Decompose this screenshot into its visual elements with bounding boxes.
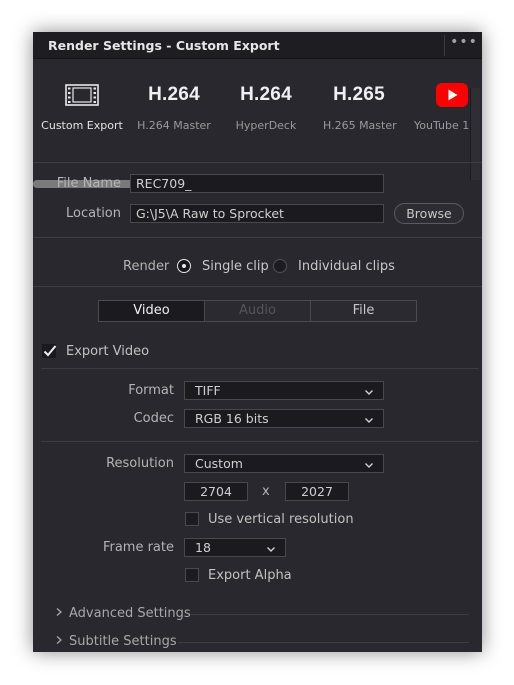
- preset-label: H.264 Master: [137, 119, 211, 132]
- tab-audio[interactable]: Audio: [204, 301, 310, 321]
- render-settings-panel: Render Settings - Custom Export ••• Cust…: [33, 32, 482, 652]
- chevron-down-icon: [364, 385, 374, 401]
- chevron-right-icon: [55, 634, 63, 649]
- divider: [33, 286, 482, 287]
- single-clip-label[interactable]: Single clip: [202, 259, 269, 274]
- file-name-field[interactable]: REC709_: [130, 174, 384, 193]
- resolution-width-field[interactable]: 2704: [184, 482, 248, 501]
- location-field[interactable]: G:\J5\A Raw to Sprocket: [130, 204, 384, 223]
- tab-video[interactable]: Video: [99, 301, 204, 321]
- preset-edge-shade: [470, 88, 480, 180]
- resolution-label: Resolution: [106, 456, 174, 471]
- chevron-down-icon: [266, 542, 276, 558]
- preset-h265-master[interactable]: H.265 H.265 Master: [323, 80, 397, 132]
- frame-rate-label: Frame rate: [102, 540, 174, 555]
- export-alpha-label: Export Alpha: [208, 568, 292, 583]
- single-clip-radio[interactable]: [178, 260, 190, 272]
- divider: [41, 368, 479, 369]
- format-select[interactable]: TIFF: [184, 381, 384, 400]
- title-divider: [444, 35, 445, 56]
- location-label: Location: [66, 206, 121, 221]
- resolution-height-field[interactable]: 2027: [285, 482, 349, 501]
- use-vertical-resolution-checkbox[interactable]: [185, 512, 199, 526]
- codec-value: RGB 16 bits: [195, 411, 269, 426]
- preset-codec-title: H.264: [148, 84, 200, 105]
- preset-label: YouTube 108: [414, 119, 472, 132]
- title-bar: Render Settings - Custom Export •••: [33, 32, 482, 59]
- section-rule: [178, 642, 469, 643]
- film-icon: [39, 80, 125, 110]
- file-name-label: File Name: [56, 176, 121, 191]
- more-options-button[interactable]: •••: [450, 35, 478, 55]
- codec-label: Codec: [133, 411, 174, 426]
- resolution-select[interactable]: Custom: [184, 454, 384, 473]
- frame-rate-value: 18: [195, 540, 211, 555]
- chevron-down-icon: [364, 413, 374, 429]
- preset-label: HyperDeck: [235, 119, 297, 132]
- format-label: Format: [128, 383, 174, 398]
- advanced-settings-toggle[interactable]: Advanced Settings: [55, 606, 191, 621]
- individual-clips-label[interactable]: Individual clips: [298, 259, 395, 274]
- preset-codec-title: H.265: [333, 84, 385, 105]
- export-video-label: Export Video: [66, 344, 150, 359]
- format-value: TIFF: [195, 383, 221, 398]
- preset-label: H.265 Master: [323, 119, 397, 132]
- section-rule: [190, 614, 469, 615]
- individual-clips-radio[interactable]: [273, 259, 287, 273]
- settings-tabs: Video Audio File: [98, 300, 417, 322]
- render-label: Render: [123, 259, 170, 274]
- preset-label: Custom Export: [41, 119, 123, 132]
- preset-hyperdeck[interactable]: H.264 HyperDeck: [231, 80, 301, 132]
- resolution-value: Custom: [195, 456, 243, 471]
- panel-title: Render Settings - Custom Export: [48, 38, 280, 53]
- tab-file[interactable]: File: [310, 301, 416, 321]
- divider: [33, 162, 482, 163]
- youtube-icon: [412, 80, 472, 110]
- export-video-checkbox[interactable]: [42, 344, 57, 358]
- chevron-right-icon: [55, 606, 63, 621]
- codec-select[interactable]: RGB 16 bits: [184, 409, 384, 428]
- preset-strip: Custom Export H.264 H.264 Master H.264 H…: [33, 60, 482, 188]
- advanced-settings-label: Advanced Settings: [69, 606, 191, 621]
- divider: [33, 237, 482, 238]
- subtitle-settings-toggle[interactable]: Subtitle Settings: [55, 634, 177, 649]
- divider: [41, 441, 479, 442]
- browse-button[interactable]: Browse: [394, 203, 464, 224]
- subtitle-settings-label: Subtitle Settings: [69, 634, 177, 649]
- preset-custom-export[interactable]: Custom Export: [39, 80, 125, 132]
- chevron-down-icon: [364, 458, 374, 474]
- preset-youtube[interactable]: YouTube 108: [412, 80, 472, 132]
- export-alpha-checkbox[interactable]: [185, 568, 199, 582]
- preset-h264-master[interactable]: H.264 H.264 Master: [137, 80, 211, 132]
- use-vertical-resolution-label: Use vertical resolution: [208, 512, 354, 527]
- resolution-separator: x: [262, 484, 270, 499]
- frame-rate-select[interactable]: 18: [184, 538, 286, 557]
- preset-codec-title: H.264: [240, 84, 292, 105]
